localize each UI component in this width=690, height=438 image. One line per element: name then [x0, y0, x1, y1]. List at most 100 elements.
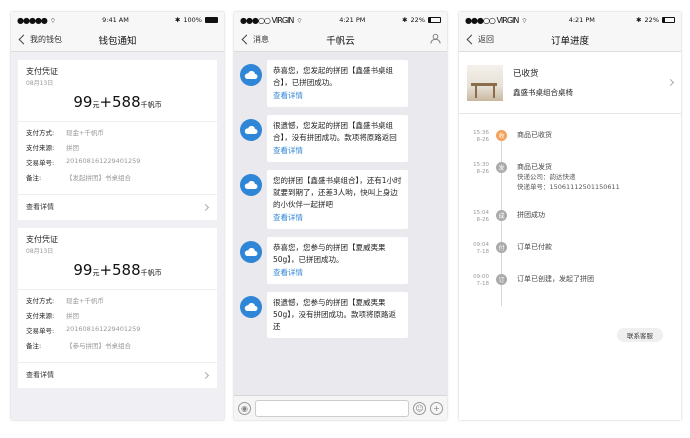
cash-amount: 99 — [73, 93, 93, 111]
divider — [18, 121, 217, 122]
row-value: 201608161229401259 — [66, 157, 141, 165]
row-key: 交易单号: — [26, 159, 55, 167]
timeline-item: 15:36 8-26 收 商品已收货 — [459, 130, 681, 144]
view-detail-button[interactable]: 查看详情 — [18, 194, 217, 220]
date-text: 8-26 — [476, 217, 489, 223]
order-summary[interactable]: 已收货 鑫盛书桌组合桌椅 — [459, 52, 681, 114]
order-timeline: 15:36 8-26 收 商品已收货 15:30 8-26 发 商品已发货 快递公司… — [459, 114, 681, 342]
voice-icon[interactable]: ◉ — [238, 401, 251, 415]
info-row: 备注: 【发起拼团】书桌组合 — [26, 172, 209, 182]
list-item: 恭喜您，您发起的拼团【鑫盛书桌组合】，已拼团成功。查看详情 — [240, 60, 441, 107]
contact-service-button[interactable]: 联系客服 — [617, 328, 663, 342]
message-bubble: 恭喜您，您发起的拼团【鑫盛书桌组合】，已拼团成功。查看详情 — [267, 60, 408, 107]
coin-amount: 588 — [112, 93, 141, 111]
bluetooth-icon: ✱ — [402, 16, 408, 24]
bluetooth-icon: ✱ — [636, 16, 642, 24]
row-key: 支付方式: — [26, 129, 55, 137]
info-row: 交易单号: 201608161229401259 — [26, 325, 209, 335]
message-list: 恭喜您，您发起的拼团【鑫盛书桌组合】，已拼团成功。查看详情 很遗憾，您发起的拼团… — [234, 60, 447, 338]
chevron-left-icon — [18, 34, 29, 45]
coin-unit: 千帆币 — [140, 101, 162, 109]
row-key: 交易单号: — [26, 327, 55, 335]
user-icon[interactable] — [430, 33, 441, 46]
tracking-number: 快递单号：15061112501150611 — [517, 183, 620, 191]
timeline-item: 09:04 7-18 付 订单已付款 — [459, 242, 681, 256]
cloud-icon — [240, 174, 262, 196]
message-text: 恭喜您，您发起的拼团【鑫盛书桌组合】，已拼团成功。 — [273, 66, 393, 87]
plus-sign: + — [99, 261, 113, 279]
row-key: 支付方式: — [26, 297, 55, 305]
battery-icon — [204, 17, 218, 23]
date-text: 7-18 — [476, 281, 489, 287]
row-value: 201608161229401259 — [66, 325, 141, 333]
timeline-content: 拼团成功 — [517, 210, 545, 220]
message-text: 很遗憾，您发起的拼团【鑫盛书桌组合】，没有拼团成功。款项将原路返回 — [273, 121, 397, 142]
list-item: 您的拼团【鑫盛书桌组合】，还有1小时就要到期了，还差3人哟，快叫上身边的小伙伴一… — [240, 170, 441, 229]
payment-amount: 99元+588千帆币 — [26, 93, 209, 111]
chevron-right-icon — [201, 203, 210, 211]
view-detail-button[interactable]: 查看详情 — [18, 362, 217, 388]
timeline-time: 15:04 8-26 — [459, 210, 489, 224]
cloud-icon — [240, 241, 262, 263]
timeline-content: 订单已付款 — [517, 242, 552, 252]
view-detail-link[interactable]: 查看详情 — [273, 90, 402, 102]
timeline-text: 商品已发货 — [517, 163, 552, 171]
row-value: 【发起拼团】书桌组合 — [66, 174, 131, 182]
back-button[interactable]: 我的钱包 — [17, 34, 62, 45]
wallet-notification-screen: ●●●●● ⌔ 9:41 AM ✱ 100% 我的钱包 钱包通知 支付凭证 08月… — [11, 12, 224, 420]
message-bubble: 恭喜您，您参与的拼团【夏威夷果50g】，已拼团成功。 查看详情 — [267, 237, 408, 284]
emoji-icon[interactable]: ☺ — [413, 401, 426, 415]
time-text: 09:04 — [473, 242, 489, 248]
timeline-item: 15:30 8-26 发 商品已发货 快递公司：韵达快递 快递单号：1506111… — [459, 162, 681, 192]
battery-text: 22% — [644, 16, 659, 24]
timeline-time: 09:00 7-18 — [459, 274, 489, 288]
row-value: 拼团 — [66, 312, 79, 320]
nav-bar: 返回 订单进度 — [459, 28, 681, 52]
status-bar: ●●●●● ⌔ 9:41 AM ✱ 100% — [11, 12, 224, 28]
row-value: 现金+千帆币 — [66, 129, 104, 137]
view-detail-link[interactable]: 查看详情 — [273, 212, 402, 224]
view-detail-link[interactable]: 查看详情 — [273, 145, 402, 157]
back-label: 消息 — [253, 35, 269, 44]
message-input[interactable] — [255, 399, 409, 417]
chevron-right-icon — [666, 78, 675, 87]
timeline-content: 商品已收货 — [517, 130, 552, 140]
nav-bar: 我的钱包 钱包通知 — [11, 28, 224, 52]
timeline-badge: 发 — [496, 162, 507, 173]
battery-icon — [662, 17, 675, 23]
view-detail-link[interactable]: 查看详情 — [273, 267, 402, 279]
plus-icon[interactable]: + — [430, 401, 443, 415]
wifi-icon: ⌔ — [296, 16, 303, 25]
chevron-left-icon — [241, 34, 252, 45]
card-date: 08月13日 — [26, 248, 54, 255]
list-item: 很遗憾，您参与的拼团【夏威夷果50g】，没有拼团成功。款项将原路返还 — [240, 292, 441, 338]
back-button[interactable]: 消息 — [240, 34, 269, 45]
info-row: 支付来源: 拼团 — [26, 142, 209, 152]
bluetooth-icon: ✱ — [174, 16, 181, 24]
row-value: 【参与拼团】书桌组合 — [66, 342, 131, 350]
card-title: 支付凭证 — [26, 235, 58, 244]
timeline-time: 15:36 8-26 — [459, 130, 489, 144]
back-label: 返回 — [478, 35, 494, 44]
timeline-item: 15:04 8-26 成 拼团成功 — [459, 210, 681, 224]
date-text: 7-18 — [476, 249, 489, 255]
detail-label: 查看详情 — [26, 203, 54, 211]
status-bar: ●●●○○ VIRGIN ⌔ 4:21 PM ✱ 22% — [234, 12, 447, 28]
message-bubble: 很遗憾，您参与的拼团【夏威夷果50g】，没有拼团成功。款项将原路返还 — [267, 292, 408, 338]
divider — [18, 289, 217, 290]
timeline-text: 商品已收货 — [517, 131, 552, 139]
timeline-badge: 付 — [496, 242, 507, 253]
message-bubble: 很遗憾，您发起的拼团【鑫盛书桌组合】，没有拼团成功。款项将原路返回查看详情 — [267, 115, 408, 162]
time-text: 15:36 — [473, 130, 489, 136]
order-status: 已收货 — [513, 69, 539, 79]
timeline-time: 15:30 8-26 — [459, 162, 489, 176]
row-key: 备注: — [26, 174, 42, 182]
message-bubble: 您的拼团【鑫盛书桌组合】，还有1小时就要到期了，还差3人哟，快叫上身边的小伙伴一… — [267, 170, 408, 229]
cloud-icon — [240, 296, 262, 318]
input-bar: ◉ ☺ + — [234, 395, 447, 420]
battery-text: 22% — [410, 16, 425, 24]
row-key: 支付来源: — [26, 312, 55, 320]
back-button[interactable]: 返回 — [465, 34, 494, 45]
card-date: 08月13日 — [26, 80, 54, 87]
nav-bar: 消息 千帆云 — [234, 28, 447, 52]
